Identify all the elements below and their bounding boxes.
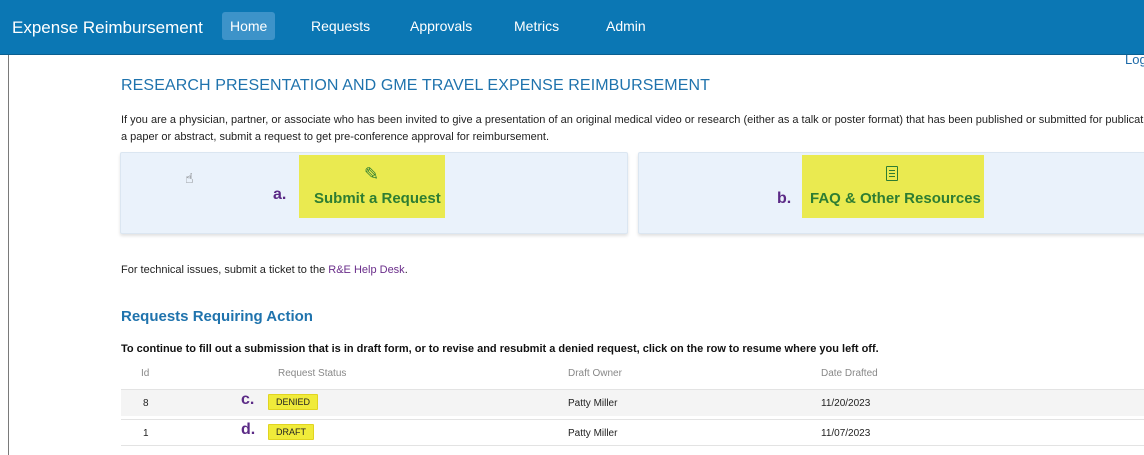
annotation-letter-d: d. (241, 421, 256, 438)
page-title: RESEARCH PRESENTATION AND GME TRAVEL EXP… (121, 77, 711, 94)
nav-metrics[interactable]: Metrics (514, 18, 559, 34)
left-border (8, 55, 9, 455)
row-date: 11/07/2023 (821, 428, 871, 439)
row-owner: Patty Miller (568, 398, 618, 409)
hand-cursor-icon: ☝ (185, 170, 194, 186)
faq-resources-link[interactable]: FAQ & Other Resources (810, 190, 981, 207)
row-owner: Patty Miller (568, 428, 618, 439)
annotation-letter-c: c. (241, 391, 255, 408)
top-nav-bar: Expense Reimbursement Home Requests Appr… (0, 0, 1144, 55)
nav-requests[interactable]: Requests (311, 18, 370, 34)
row-id: 1 (143, 428, 149, 439)
status-badge: DENIED (268, 394, 319, 410)
annotation-letter-b: b. (777, 190, 792, 207)
nav-admin[interactable]: Admin (606, 18, 646, 34)
nav-approvals[interactable]: Approvals (410, 18, 472, 34)
table-bottom-rule (121, 445, 1144, 446)
column-header-owner: Draft Owner (568, 368, 622, 379)
column-header-id: Id (141, 368, 150, 379)
app-title: Expense Reimbursement (12, 18, 203, 37)
pencil-icon: ✎ (364, 164, 380, 184)
intro-text: If you are a physician, partner, or asso… (121, 114, 1144, 143)
annotation-letter-a: a. (273, 186, 287, 203)
logout-link[interactable]: Log (1125, 52, 1144, 67)
tech-support-text: For technical issues, submit a ticket to… (121, 264, 408, 276)
row-date: 11/20/2023 (821, 398, 871, 409)
row-id: 8 (143, 398, 149, 409)
document-icon (886, 166, 898, 181)
submit-request-link[interactable]: Submit a Request (314, 190, 441, 207)
status-badge: DRAFT (268, 424, 314, 440)
column-header-status: Request Status (278, 368, 347, 379)
highlight-b (802, 155, 984, 218)
nav-home[interactable]: Home (222, 12, 276, 40)
help-desk-link[interactable]: R&E Help Desk (328, 264, 404, 276)
requests-instructions: To continue to fill out a submission tha… (121, 343, 879, 355)
column-header-date: Date Drafted (821, 368, 878, 379)
requests-section-title: Requests Requiring Action (121, 308, 313, 325)
